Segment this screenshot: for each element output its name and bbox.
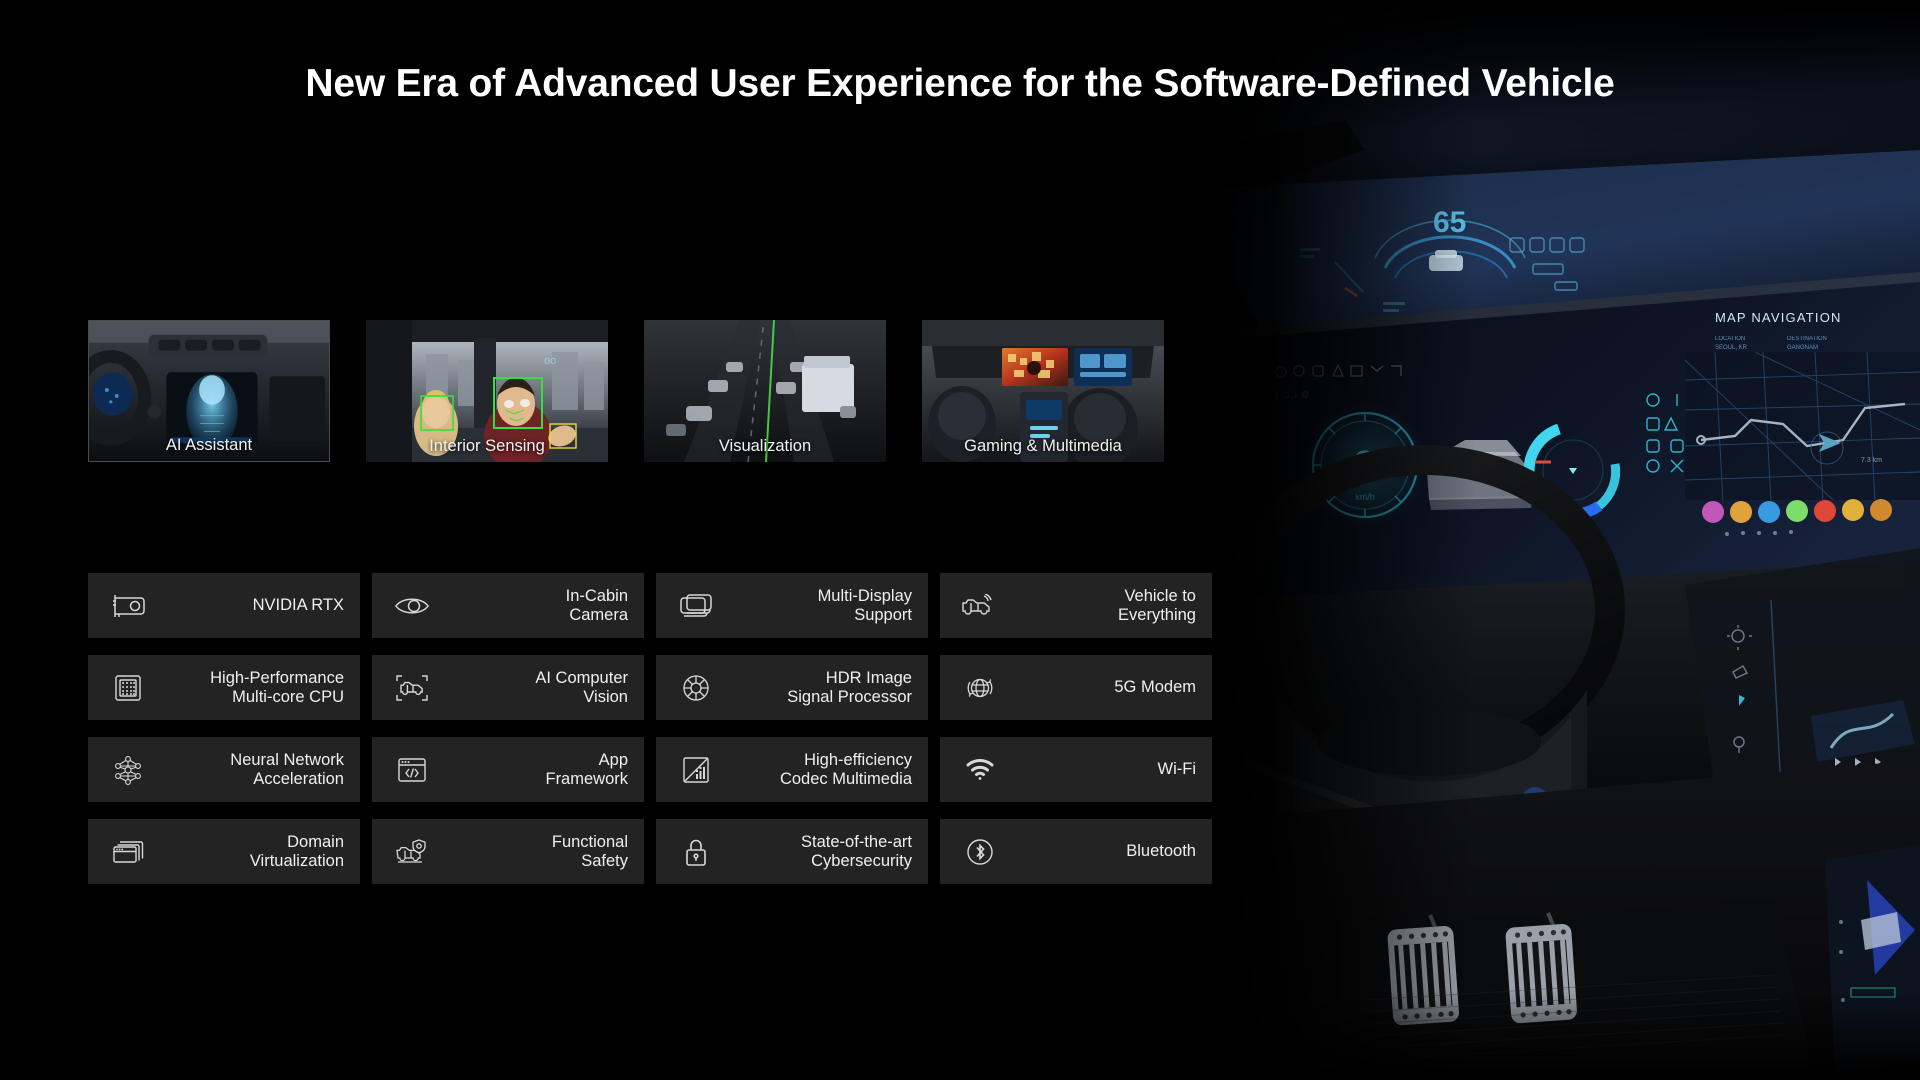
feature-label: Vehicle to Everything — [1118, 586, 1196, 624]
wifi-icon — [958, 750, 1002, 790]
page-title: New Era of Advanced User Experience for … — [305, 62, 1615, 105]
feature-label: Neural Network Acceleration — [230, 750, 344, 788]
feature-label: Multi-Display Support — [817, 586, 912, 624]
feature-label: AI Computer Vision — [535, 668, 628, 706]
feature-tile-functional-safety[interactable]: Functional Safety — [372, 819, 644, 884]
feature-tile-domain-virtualization[interactable]: Domain Virtualization — [88, 819, 360, 884]
feature-label: High-Performance Multi-core CPU — [210, 668, 344, 706]
feature-tile-ai-computer-vision[interactable]: AI Computer Vision — [372, 655, 644, 720]
feature-tile-high-efficiency-codec[interactable]: High-efficiency Codec Multimedia — [656, 737, 928, 802]
eye-icon — [390, 586, 434, 626]
map-distance-label: 7.3 km — [1861, 457, 1882, 464]
svg-text:♪ ♫ ♪ ⚙: ♪ ♫ ♪ ⚙ — [1275, 390, 1310, 401]
svg-text:GANGNAM: GANGNAM — [1787, 345, 1818, 351]
svg-text:LOCATION: LOCATION — [1715, 336, 1745, 342]
scenario-card-visualization[interactable]: Visualization — [644, 320, 886, 462]
feature-label: High-efficiency Codec Multimedia — [779, 750, 912, 788]
neural-network-icon — [106, 750, 150, 790]
hud-speed-value: 65 — [1433, 206, 1466, 239]
feature-tile-app-framework[interactable]: App Framework — [372, 737, 644, 802]
feature-tile-5g-modem[interactable]: 5G Modem — [940, 655, 1212, 720]
scenario-label: AI Assistant — [165, 436, 253, 454]
stacked-screens-icon — [674, 586, 718, 626]
feature-label: Wi-Fi — [1157, 760, 1196, 778]
feature-tile-neural-network-acceleration[interactable]: Neural Network Acceleration — [88, 737, 360, 802]
map-panel-title: MAP NAVIGATION — [1715, 310, 1842, 325]
feature-label: Functional Safety — [551, 832, 628, 870]
globe-network-icon — [958, 668, 1002, 708]
feature-tile-vehicle-to-everything[interactable]: Vehicle to Everything — [940, 573, 1212, 638]
feature-tile-wifi[interactable]: Wi-Fi — [940, 737, 1212, 802]
feature-label: NVIDIA RTX — [252, 596, 344, 614]
feature-tile-high-performance-cpu[interactable]: High-Performance Multi-core CPU — [88, 655, 360, 720]
svg-text:DESTINATION: DESTINATION — [1787, 336, 1827, 342]
svg-text:SEOUL, KR: SEOUL, KR — [1715, 345, 1748, 351]
car-shield-icon — [390, 832, 434, 872]
feature-tile-cybersecurity[interactable]: State-of-the-art Cybersecurity — [656, 819, 928, 884]
scenario-label: Interior Sensing — [429, 437, 545, 455]
scenario-label: Visualization — [718, 437, 812, 455]
car-detection-frame-icon — [390, 668, 434, 708]
slide-root: 65 ♪ ♫ ♪ ⚙ 0 km/h MAP NAVIGATION LOCATIO… — [0, 0, 1920, 1080]
cpu-chip-icon — [106, 668, 150, 708]
camera-aperture-icon — [674, 668, 718, 708]
car-signal-icon — [958, 586, 1002, 626]
svg-text:oo: oo — [544, 355, 556, 367]
feature-label: State-of-the-art Cybersecurity — [801, 832, 912, 870]
scenario-card-interior-sensing[interactable]: oo Interior Sensing — [366, 320, 608, 462]
scenario-card-ai-assistant[interactable]: AI Assistant — [88, 320, 330, 462]
cockpit-photo: 65 ♪ ♫ ♪ ⚙ 0 km/h MAP NAVIGATION LOCATIO… — [1215, 0, 1920, 1080]
feature-tile-bluetooth[interactable]: Bluetooth — [940, 819, 1212, 884]
feature-label: Bluetooth — [1126, 842, 1196, 860]
padlock-icon — [674, 832, 718, 872]
stacked-windows-icon — [106, 832, 150, 872]
feature-label: HDR Image Signal Processor — [787, 668, 912, 706]
codec-signal-icon — [674, 750, 718, 790]
scenario-label: Gaming & Multimedia — [964, 437, 1122, 455]
feature-tile-in-cabin-camera[interactable]: In-Cabin Camera — [372, 573, 644, 638]
lower-console-display — [1825, 845, 1920, 1072]
feature-label: Domain Virtualization — [249, 832, 344, 870]
scenario-card-gaming-multimedia[interactable]: Gaming & Multimedia — [922, 320, 1164, 462]
feature-label: App Framework — [545, 750, 628, 788]
feature-label: 5G Modem — [1114, 678, 1196, 696]
feature-grid: NVIDIA RTX In-Cabin Camera Multi-Display… — [88, 573, 1212, 884]
feature-tile-multi-display-support[interactable]: Multi-Display Support — [656, 573, 928, 638]
bluetooth-icon — [958, 832, 1002, 872]
gpu-card-icon — [106, 586, 150, 626]
cluster-speed-unit: km/h — [1355, 492, 1375, 502]
feature-label: In-Cabin Camera — [565, 586, 628, 624]
feature-tile-hdr-image-signal-processor[interactable]: HDR Image Signal Processor — [656, 655, 928, 720]
feature-tile-nvidia-rtx[interactable]: NVIDIA RTX — [88, 573, 360, 638]
code-window-icon — [390, 750, 434, 790]
